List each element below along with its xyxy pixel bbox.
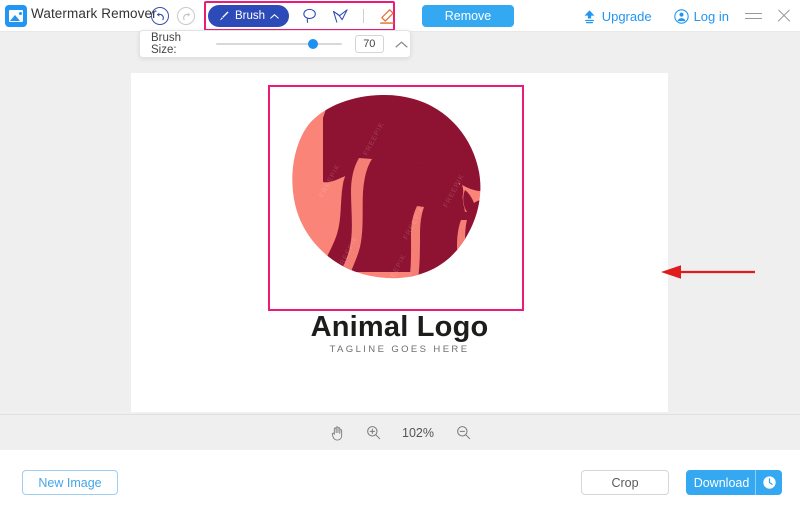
tool-polygon-button[interactable] bbox=[325, 4, 355, 28]
tool-group: Brush bbox=[208, 3, 402, 29]
redo-button[interactable] bbox=[177, 7, 195, 25]
header-right-group: Upgrade Log in bbox=[582, 0, 792, 32]
app-title: Watermark Remover bbox=[31, 6, 157, 21]
upload-upgrade-icon bbox=[584, 9, 595, 23]
zoom-toolbar: 102% bbox=[0, 414, 800, 450]
user-avatar-icon bbox=[673, 8, 689, 24]
history-clock-glyph bbox=[762, 476, 776, 489]
image-app-icon bbox=[5, 5, 27, 27]
login-button[interactable]: Log in bbox=[673, 8, 729, 24]
app-icon-sun-dot bbox=[19, 12, 22, 15]
workspace: FREEPIK FREEPIK FREEPIK FREEPIK FREEPIK … bbox=[0, 32, 800, 450]
chevron-up-icon bbox=[395, 40, 408, 47]
chevron-up-icon bbox=[270, 13, 279, 19]
brush-size-input[interactable]: 70 bbox=[354, 35, 384, 53]
hamburger-menu-icon[interactable] bbox=[745, 10, 762, 22]
zoom-out-icon[interactable] bbox=[454, 424, 472, 442]
brush-size-slider-thumb[interactable] bbox=[307, 39, 318, 49]
hand-pan-glyph bbox=[331, 425, 342, 441]
zoom-level-label: 102% bbox=[402, 425, 434, 440]
lasso-icon bbox=[303, 8, 316, 23]
tool-divider bbox=[363, 9, 365, 23]
undo-arrow-icon bbox=[156, 12, 164, 20]
remove-button[interactable]: Remove bbox=[422, 5, 514, 27]
brush-size-label: Brush Size: bbox=[151, 32, 182, 56]
brush-icon bbox=[219, 11, 229, 20]
logo-tagline-text: TAGLINE GOES HERE bbox=[329, 344, 470, 355]
zoom-in-icon[interactable] bbox=[364, 424, 382, 442]
polygon-lasso-icon bbox=[332, 9, 348, 23]
brush-panel-collapse-button[interactable] bbox=[394, 35, 410, 53]
tool-brush-label: Brush bbox=[235, 10, 266, 22]
tool-eraser-button[interactable] bbox=[372, 4, 402, 28]
history-clock-icon[interactable] bbox=[756, 475, 782, 490]
zoom-in-glyph bbox=[366, 426, 380, 440]
brush-selection-rectangle[interactable] bbox=[268, 85, 524, 311]
brush-size-panel: Brush Size: 70 bbox=[139, 30, 411, 58]
image-canvas[interactable]: FREEPIK FREEPIK FREEPIK FREEPIK FREEPIK … bbox=[131, 73, 755, 412]
hand-pan-icon[interactable] bbox=[328, 424, 346, 442]
close-icon[interactable] bbox=[776, 8, 792, 24]
undo-button[interactable] bbox=[151, 7, 169, 25]
redo-arrow-icon bbox=[182, 12, 190, 20]
crop-button[interactable]: Crop bbox=[581, 470, 669, 495]
footer-bar: New Image Crop Download bbox=[0, 450, 800, 520]
app-header: Watermark Remover Brush Remove Upgrade L… bbox=[0, 0, 800, 32]
login-label: Log in bbox=[693, 8, 729, 24]
tool-brush-button[interactable]: Brush bbox=[208, 5, 290, 27]
upgrade-button[interactable]: Upgrade bbox=[582, 9, 652, 24]
download-label: Download bbox=[693, 475, 750, 490]
logo-title-text: Animal Logo bbox=[310, 311, 489, 343]
upgrade-label: Upgrade bbox=[601, 8, 652, 24]
tool-lasso-button[interactable] bbox=[295, 4, 325, 28]
brush-size-slider[interactable] bbox=[215, 39, 342, 49]
download-button[interactable]: Download bbox=[686, 470, 782, 495]
eraser-icon bbox=[379, 8, 394, 24]
zoom-out-glyph bbox=[456, 426, 470, 440]
new-image-button[interactable]: New Image bbox=[22, 470, 118, 495]
annotation-arrow-icon bbox=[661, 265, 755, 279]
app-root: Watermark Remover Brush Remove Upgrade L… bbox=[0, 0, 800, 520]
